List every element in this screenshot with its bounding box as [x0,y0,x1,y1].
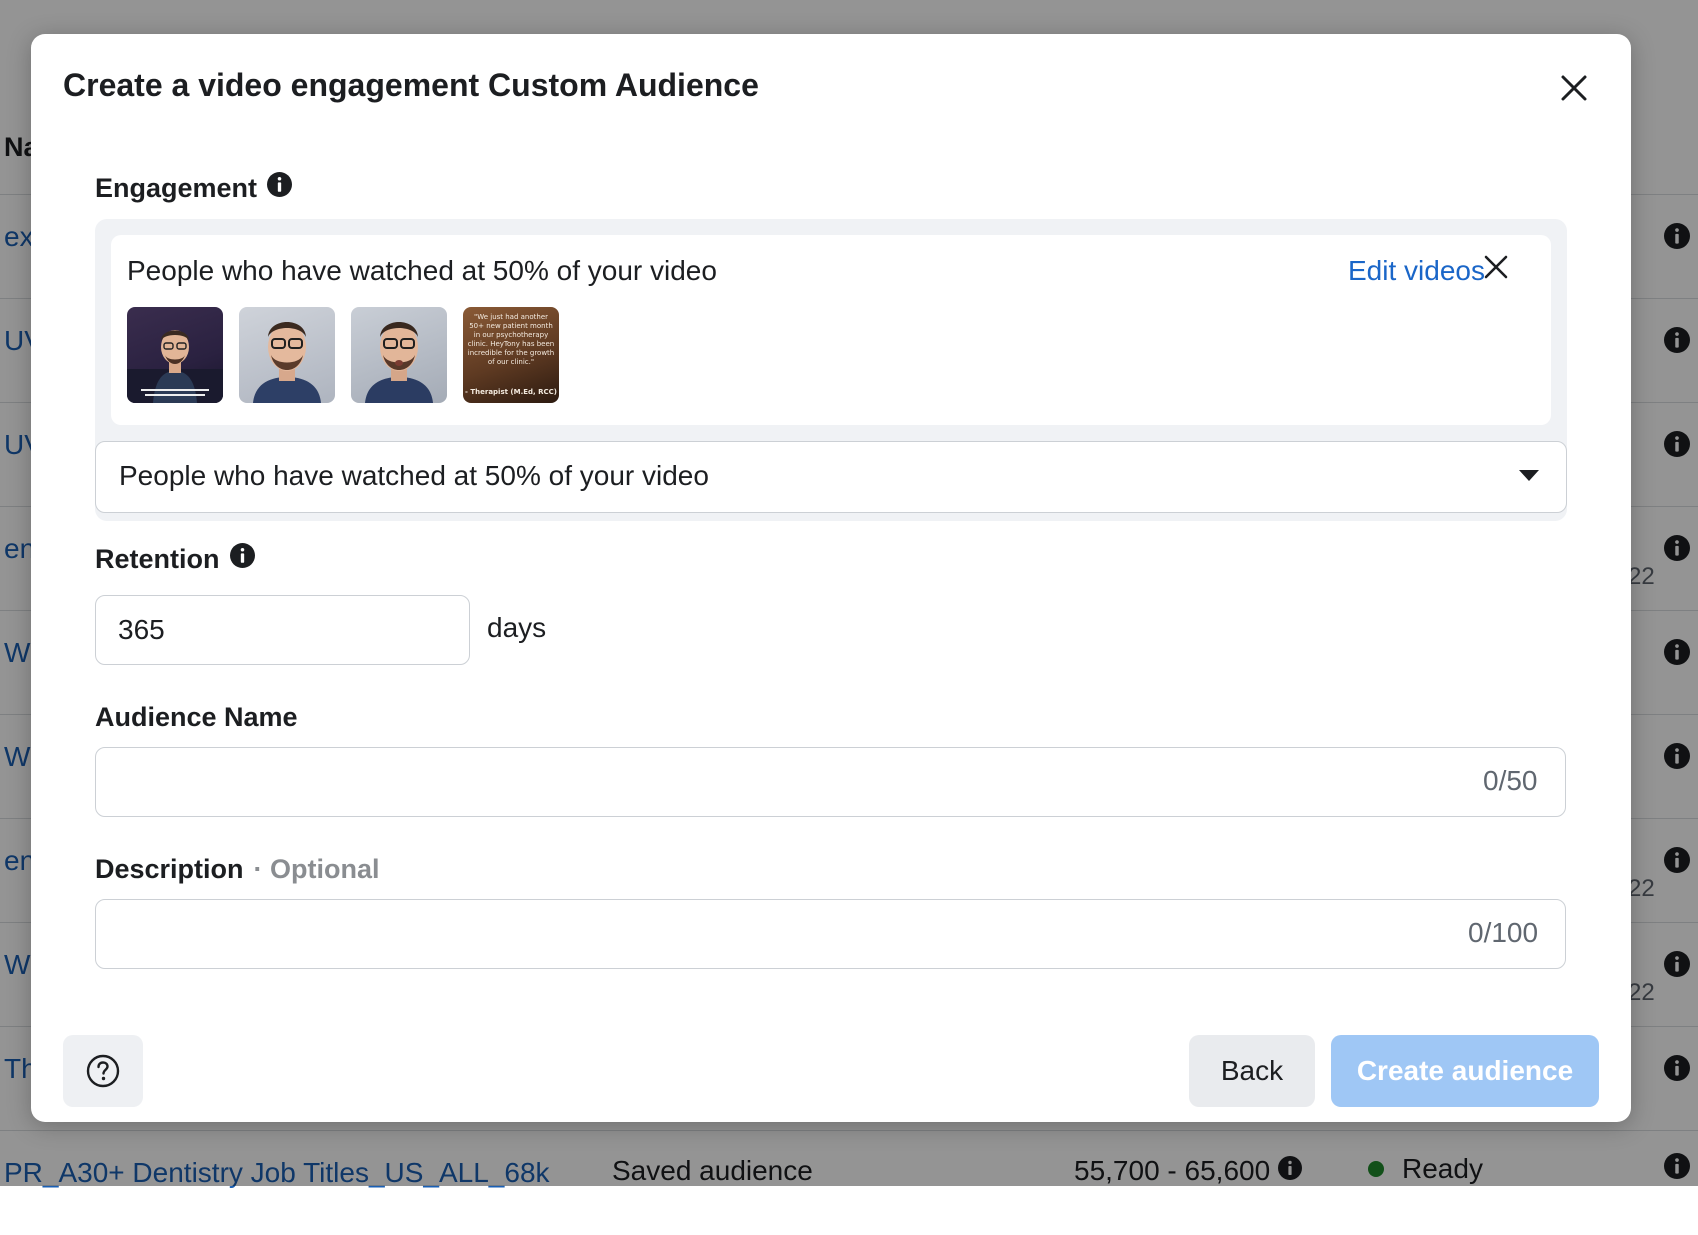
info-icon[interactable] [229,543,255,575]
back-button[interactable]: Back [1189,1035,1315,1107]
engagement-card-title: People who have watched at 50% of your v… [127,255,717,286]
help-button[interactable] [63,1035,143,1107]
engagement-card: People who have watched at 50% of your v… [111,235,1551,425]
description-label: Description [95,854,244,884]
retention-unit: days [487,612,547,643]
thumbnail-signature: - Therapist (M.Ed, RCC) [465,388,557,396]
engagement-label: Engagement [95,172,258,203]
audience-name-input[interactable] [95,747,1566,817]
retention-days-input[interactable] [95,595,470,665]
info-icon[interactable] [267,172,293,204]
close-dialog-button[interactable] [1554,68,1594,108]
description-char-counter: 0/100 [1468,917,1539,948]
engagement-section-label: Engagement [95,172,293,204]
engagement-panel: People who have watched at 50% of your v… [95,219,1567,521]
custom-audience-dialog: Create a video engagement Custom Audienc… [31,34,1631,1122]
retention-section-label: Retention [95,543,255,575]
thumbnail-quote: "We just had another 50+ new patient mon… [467,313,555,366]
edit-videos-link[interactable]: Edit videos [1348,255,1485,287]
close-icon [1561,75,1587,101]
remove-engagement-button[interactable] [1478,249,1514,285]
caret-down-icon [1519,470,1539,481]
description-section-label: Description · Optional [95,854,380,885]
dialog-title: Create a video engagement Custom Audienc… [63,67,759,103]
create-audience-button[interactable]: Create audience [1331,1035,1599,1107]
audience-name-char-counter: 0/50 [1483,765,1538,796]
close-icon [1484,255,1508,279]
audience-name-section-label: Audience Name [95,702,298,733]
video-thumbnail [239,307,335,403]
video-thumbnail [351,307,447,403]
audience-name-label: Audience Name [95,702,298,732]
optional-tag: · Optional [253,854,380,884]
question-circle-icon [86,1054,120,1088]
video-thumbnail: "We just had another 50+ new patient mon… [463,307,559,403]
description-input[interactable] [95,899,1566,969]
video-thumbnail [127,307,223,403]
engagement-type-dropdown[interactable]: People who have watched at 50% of your v… [95,441,1567,513]
retention-label: Retention [95,543,220,574]
dropdown-selected-value: People who have watched at 50% of your v… [119,460,709,491]
